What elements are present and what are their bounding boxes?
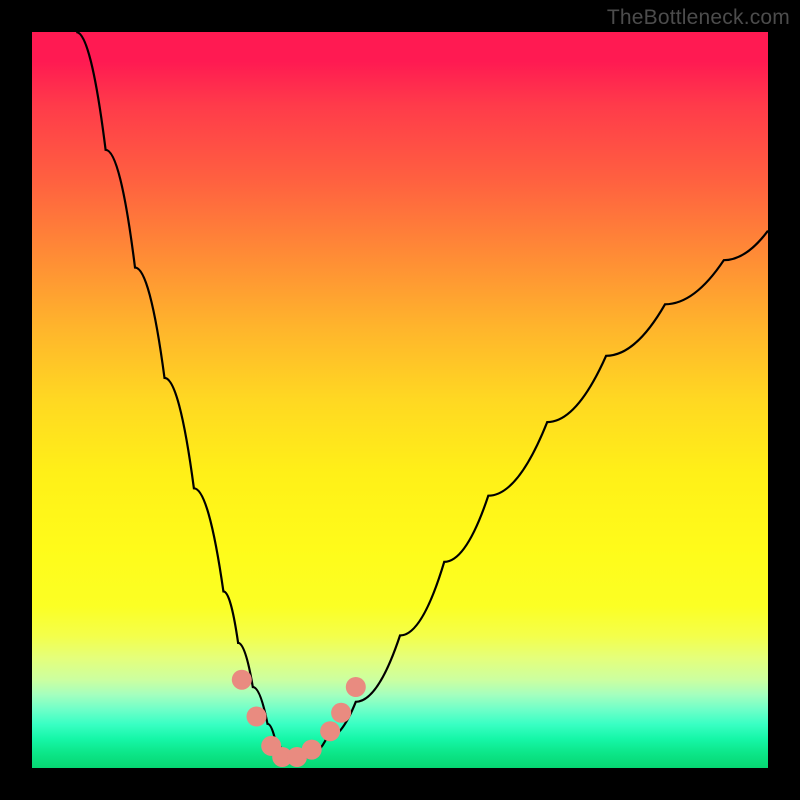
marker-8 (331, 703, 351, 723)
chart-svg (32, 32, 768, 768)
marker-7 (320, 721, 340, 741)
marker-9 (346, 677, 366, 697)
marker-1 (232, 670, 252, 690)
bottleneck-curve (76, 32, 768, 761)
watermark-text: TheBottleneck.com (607, 6, 790, 30)
curve-group (76, 32, 768, 761)
plot-area (32, 32, 768, 768)
marker-2 (247, 707, 267, 727)
chart-frame: TheBottleneck.com (0, 0, 800, 800)
marker-6 (302, 740, 322, 760)
